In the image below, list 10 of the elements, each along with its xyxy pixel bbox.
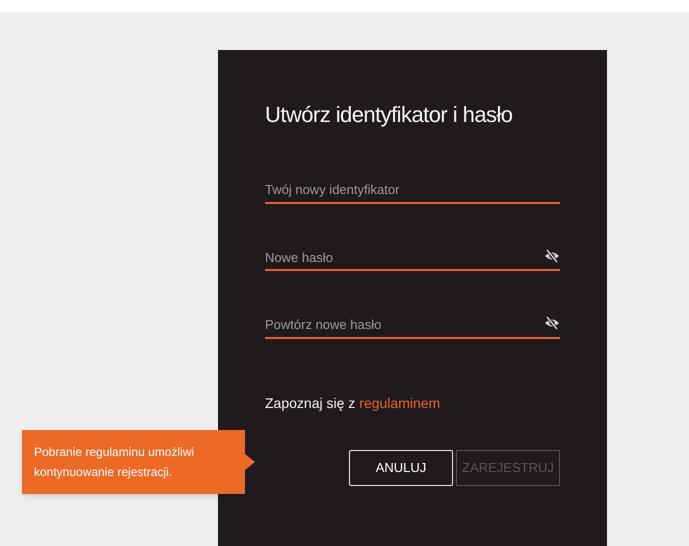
terms-text: Zapoznaj się z (265, 394, 356, 413)
dialog-title: Utwórz identyfikator i hasło (265, 101, 514, 129)
cancel-button[interactable]: ANULUJ (349, 450, 453, 486)
tooltip-text: Pobranie regulaminu umożliwi kontynuowanie rejestracji. (34, 444, 196, 481)
hidden-eye-icon[interactable] (544, 248, 560, 262)
terms-link[interactable]: regulaminem (359, 392, 440, 414)
input-field[interactable]: Powtórz nowe hasło (265, 315, 560, 338)
input-field[interactable]: Twój nowy identyfikator (265, 180, 560, 204)
input-field[interactable]: Nowe hasło (265, 248, 560, 271)
hidden-eye-icon[interactable] (544, 316, 560, 330)
